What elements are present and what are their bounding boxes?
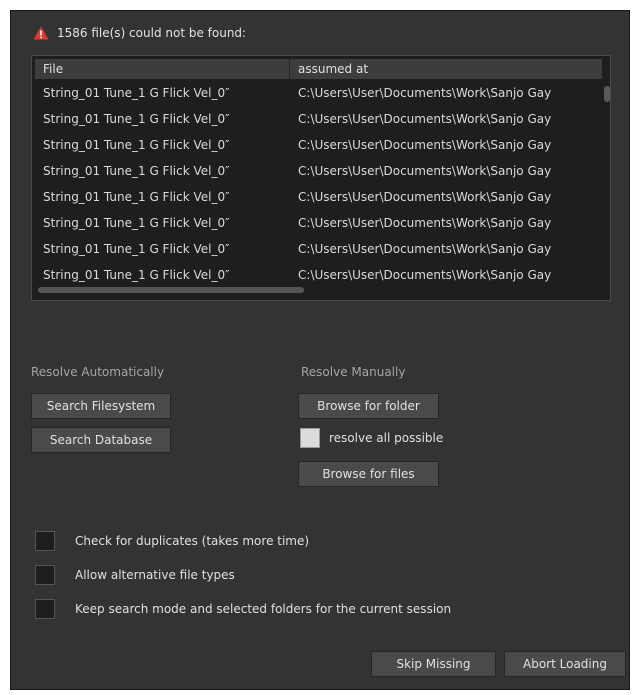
allow-alternative-types-checkbox[interactable] xyxy=(35,565,55,585)
abort-loading-button[interactable]: Abort Loading xyxy=(504,651,626,677)
browse-for-folder-button[interactable]: Browse for folder xyxy=(298,393,439,419)
file-name-cell: String_01 Tune_1 G Flick Vel_0″ xyxy=(43,216,230,230)
table-row[interactable]: String_01 Tune_1 G Flick Vel_0″ C:\Users… xyxy=(35,158,602,184)
file-name-cell: String_01 Tune_1 G Flick Vel_0″ xyxy=(43,268,230,282)
table-row[interactable]: String_01 Tune_1 G Flick Vel_0″ C:\Users… xyxy=(35,106,602,132)
keep-search-mode-checkbox[interactable] xyxy=(35,599,55,619)
file-name-cell: String_01 Tune_1 G Flick Vel_0″ xyxy=(43,112,230,126)
check-duplicates-label: Check for duplicates (takes more time) xyxy=(75,534,310,548)
table-row[interactable]: String_01 Tune_1 G Flick Vel_0″ C:\Users… xyxy=(35,132,602,158)
table-body: String_01 Tune_1 G Flick Vel_0″ C:\Users… xyxy=(35,80,602,288)
search-filesystem-button[interactable]: Search Filesystem xyxy=(31,393,171,419)
horizontal-scrollbar[interactable] xyxy=(38,287,304,293)
assumed-path-cell: C:\Users\User\Documents\Work\Sanjo Gay xyxy=(298,190,552,204)
column-header-assumed-at[interactable]: assumed at xyxy=(290,59,602,79)
missing-files-table[interactable]: File assumed at String_01 Tune_1 G Flick… xyxy=(31,55,611,301)
check-duplicates-checkbox[interactable] xyxy=(35,531,55,551)
resolve-automatically-label: Resolve Automatically xyxy=(31,365,165,379)
skip-missing-button[interactable]: Skip Missing xyxy=(371,651,496,677)
resolve-all-possible-label: resolve all possible xyxy=(329,431,444,445)
allow-alternative-types-label: Allow alternative file types xyxy=(75,568,235,582)
resolve-all-possible-checkbox[interactable] xyxy=(300,428,320,448)
dialog-header: 1586 file(s) could not be found: xyxy=(33,25,246,41)
vertical-scrollbar[interactable] xyxy=(604,86,610,102)
assumed-path-cell: C:\Users\User\Documents\Work\Sanjo Gay xyxy=(298,86,552,100)
search-database-button[interactable]: Search Database xyxy=(31,427,171,453)
assumed-path-cell: C:\Users\User\Documents\Work\Sanjo Gay xyxy=(298,164,552,178)
missing-files-dialog: 1586 file(s) could not be found: File as… xyxy=(10,10,630,690)
missing-count-message: 1586 file(s) could not be found: xyxy=(57,26,247,40)
file-name-cell: String_01 Tune_1 G Flick Vel_0″ xyxy=(43,138,230,152)
assumed-path-cell: C:\Users\User\Documents\Work\Sanjo Gay xyxy=(298,216,552,230)
assumed-path-cell: C:\Users\User\Documents\Work\Sanjo Gay xyxy=(298,138,552,152)
file-name-cell: String_01 Tune_1 G Flick Vel_0″ xyxy=(43,190,230,204)
column-header-file[interactable]: File xyxy=(35,59,290,79)
table-row[interactable]: String_01 Tune_1 G Flick Vel_0″ C:\Users… xyxy=(35,236,602,262)
file-name-cell: String_01 Tune_1 G Flick Vel_0″ xyxy=(43,86,230,100)
keep-search-mode-label: Keep search mode and selected folders fo… xyxy=(75,602,452,616)
assumed-path-cell: C:\Users\User\Documents\Work\Sanjo Gay xyxy=(298,268,552,282)
table-row[interactable]: String_01 Tune_1 G Flick Vel_0″ C:\Users… xyxy=(35,184,602,210)
table-header: File assumed at xyxy=(35,59,602,79)
assumed-path-cell: C:\Users\User\Documents\Work\Sanjo Gay xyxy=(298,112,552,126)
file-name-cell: String_01 Tune_1 G Flick Vel_0″ xyxy=(43,242,230,256)
file-name-cell: String_01 Tune_1 G Flick Vel_0″ xyxy=(43,164,230,178)
table-row[interactable]: String_01 Tune_1 G Flick Vel_0″ C:\Users… xyxy=(35,210,602,236)
resolve-manually-label: Resolve Manually xyxy=(301,365,406,379)
table-row[interactable]: String_01 Tune_1 G Flick Vel_0″ C:\Users… xyxy=(35,80,602,106)
assumed-path-cell: C:\Users\User\Documents\Work\Sanjo Gay xyxy=(298,242,552,256)
warning-triangle-icon xyxy=(33,26,49,40)
browse-for-files-button[interactable]: Browse for files xyxy=(298,461,439,487)
table-row[interactable]: String_01 Tune_1 G Flick Vel_0″ C:\Users… xyxy=(35,262,602,288)
